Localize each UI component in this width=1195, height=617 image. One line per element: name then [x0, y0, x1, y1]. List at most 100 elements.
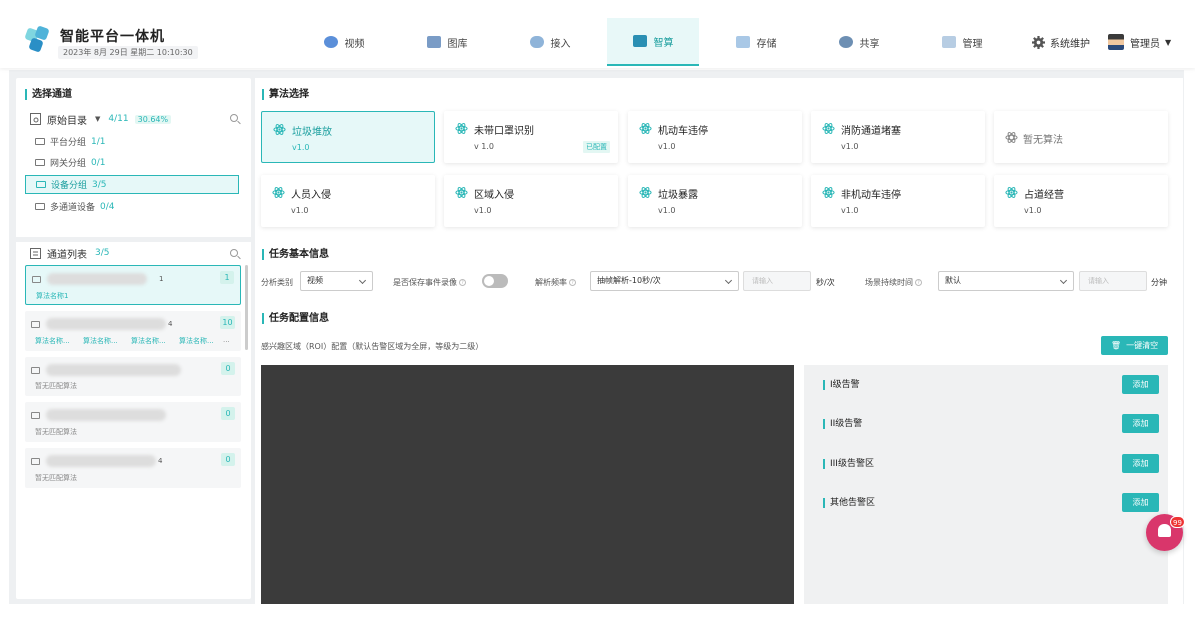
duration-input[interactable]: 请输入: [1079, 271, 1147, 291]
directory-icon: [30, 113, 41, 125]
channel-name-blurred: [46, 409, 166, 421]
tree-item-multichannel[interactable]: 多通道设备 0/4: [25, 197, 239, 216]
share-icon: [838, 36, 853, 48]
algorithm-card[interactable]: 机动车违停 v1.0: [628, 111, 802, 163]
algorithm-count-badge: 1: [220, 271, 234, 284]
logo-icon: [24, 25, 50, 53]
search-icon[interactable]: [230, 114, 238, 122]
save-recording-toggle[interactable]: [482, 274, 508, 288]
avatar: [1108, 34, 1124, 50]
group-label: 多通道设备: [50, 203, 96, 213]
channel-row: [31, 364, 231, 376]
group-count: 1/1: [91, 136, 106, 147]
group-count: 3/5: [92, 179, 107, 190]
channel-card[interactable]: 0 暂无匹配算法: [25, 357, 241, 396]
atom-icon: [639, 187, 652, 198]
algorithm-name: 人员入侵: [291, 190, 331, 201]
algorithm-card[interactable]: 垃圾堆放 v1.0: [261, 111, 435, 163]
app-root: 智能平台一体机 2023年 8月 29日 星期二 10:10:30 视频 图库 …: [0, 0, 1195, 617]
chevron-down-icon: [724, 276, 733, 285]
nav-label: 存储: [756, 38, 777, 50]
add-alarm-level-1-button[interactable]: 添加: [1122, 375, 1159, 394]
tree-item-platform[interactable]: 平台分组 1/1: [25, 132, 239, 151]
clear-all-label: 一键清空: [1126, 341, 1159, 350]
configured-badge: 已配置: [583, 141, 610, 153]
bell-icon: [1158, 524, 1171, 537]
algorithm-name: 占道经营: [1024, 190, 1064, 201]
tree-root[interactable]: 原始目录 ▼ 4/11 30.64%: [30, 112, 255, 127]
folder-icon: [36, 181, 46, 188]
algorithm-card[interactable]: 区域入侵 v1.0: [444, 175, 618, 227]
group-label: 平台分组: [50, 138, 87, 148]
access-icon: [529, 36, 544, 48]
tree-item-device[interactable]: 设备分组 3/5: [25, 175, 239, 194]
task-config-title: 任务配置信息: [262, 313, 329, 324]
analysis-type-label: 分析类别: [261, 278, 293, 287]
nav-share[interactable]: 共享: [813, 18, 905, 66]
algorithm-tag: 算法名称...: [83, 337, 118, 345]
channel-algorithm: 算法名称1: [36, 292, 69, 300]
group-label: 设备分组: [51, 181, 88, 191]
roi-canvas[interactable]: [261, 365, 794, 604]
channel-name-blurred: [46, 318, 166, 330]
atom-icon: [822, 187, 835, 198]
channel-card[interactable]: 4 10 算法名称... 算法名称... 算法名称... 算法名称... ...: [25, 311, 241, 351]
algorithm-version: v 1.0: [474, 142, 494, 151]
user-name: 管理员: [1130, 38, 1160, 50]
algorithm-card[interactable]: 非机动车违停 v1.0: [811, 175, 985, 227]
algorithm-card[interactable]: 未带口罩识别 v 1.0 已配置: [444, 111, 618, 163]
algorithm-card[interactable]: 垃圾暴露 v1.0: [628, 175, 802, 227]
task-basic-title: 任务基本信息: [262, 249, 329, 260]
algorithm-name: 机动车违停: [658, 126, 708, 137]
add-alarm-level-3-button[interactable]: 添加: [1122, 454, 1159, 473]
camera-icon: [31, 411, 40, 419]
algorithm-version: v1.0: [658, 142, 676, 151]
compute-icon: [632, 35, 647, 47]
tree-item-gateway[interactable]: 网关分组 0/1: [25, 153, 239, 172]
algorithm-card[interactable]: 人员入侵 v1.0: [261, 175, 435, 227]
nav-video[interactable]: 视频: [298, 18, 390, 66]
algorithm-card[interactable]: 消防通道堵塞 v1.0: [811, 111, 985, 163]
nav-compute[interactable]: 智算: [607, 18, 699, 66]
add-alarm-level-2-button[interactable]: 添加: [1122, 414, 1159, 433]
alarm-level-3-title: III级告警区: [823, 459, 874, 469]
algorithm-name: 垃圾暴露: [658, 190, 698, 201]
nav-storage[interactable]: 存储: [710, 18, 802, 66]
panel-divider: [16, 237, 251, 242]
analysis-type-select[interactable]: 视频: [300, 271, 373, 291]
nav-access[interactable]: 接入: [504, 18, 596, 66]
sysmaint-label: 系统维护: [1050, 39, 1090, 50]
header: 智能平台一体机 2023年 8月 29日 星期二 10:10:30 视频 图库 …: [0, 0, 1195, 68]
system-maintenance-button[interactable]: 系统维护: [1032, 35, 1090, 50]
nav-label: 管理: [962, 38, 983, 50]
duration-text: 场景持续时间: [865, 278, 913, 287]
channel-card[interactable]: 0 暂无匹配算法: [25, 402, 241, 442]
gallery-icon: [426, 36, 441, 48]
user-menu[interactable]: 管理员 ▼: [1108, 34, 1171, 50]
camera-icon: [31, 457, 40, 465]
analysis-type-value: 视频: [307, 276, 323, 285]
frequency-select[interactable]: 抽帧解析-10秒/次: [590, 271, 739, 291]
atom-icon: [1005, 132, 1018, 143]
help-icon: ?: [569, 279, 576, 286]
search-icon[interactable]: [230, 249, 238, 257]
folder-icon: [35, 203, 45, 210]
atom-icon: [822, 123, 835, 134]
nav-gallery[interactable]: 图库: [401, 18, 493, 66]
caret-down-icon: ▼: [95, 115, 101, 123]
nav-manage[interactable]: 管理: [916, 18, 1008, 66]
frequency-input[interactable]: 请输入: [743, 271, 811, 291]
channel-card[interactable]: 4 0 暂无匹配算法: [25, 448, 241, 488]
clear-all-button[interactable]: 🗑 一键清空: [1101, 336, 1168, 355]
algorithm-version: v1.0: [658, 206, 676, 215]
channel-suffix: 4: [168, 320, 173, 328]
channel-card[interactable]: 1 1 算法名称1: [25, 265, 241, 305]
algorithm-card[interactable]: 占道经营 v1.0: [994, 175, 1168, 227]
frequency-text: 解析频率: [535, 278, 567, 287]
channel-name-blurred: [46, 364, 181, 376]
add-other-alarm-button[interactable]: 添加: [1122, 493, 1159, 512]
algorithm-card[interactable]: 暂无算法: [994, 111, 1168, 163]
algorithm-section-title: 算法选择: [262, 89, 309, 100]
duration-select[interactable]: 默认: [938, 271, 1074, 291]
scrollbar[interactable]: [245, 265, 248, 350]
